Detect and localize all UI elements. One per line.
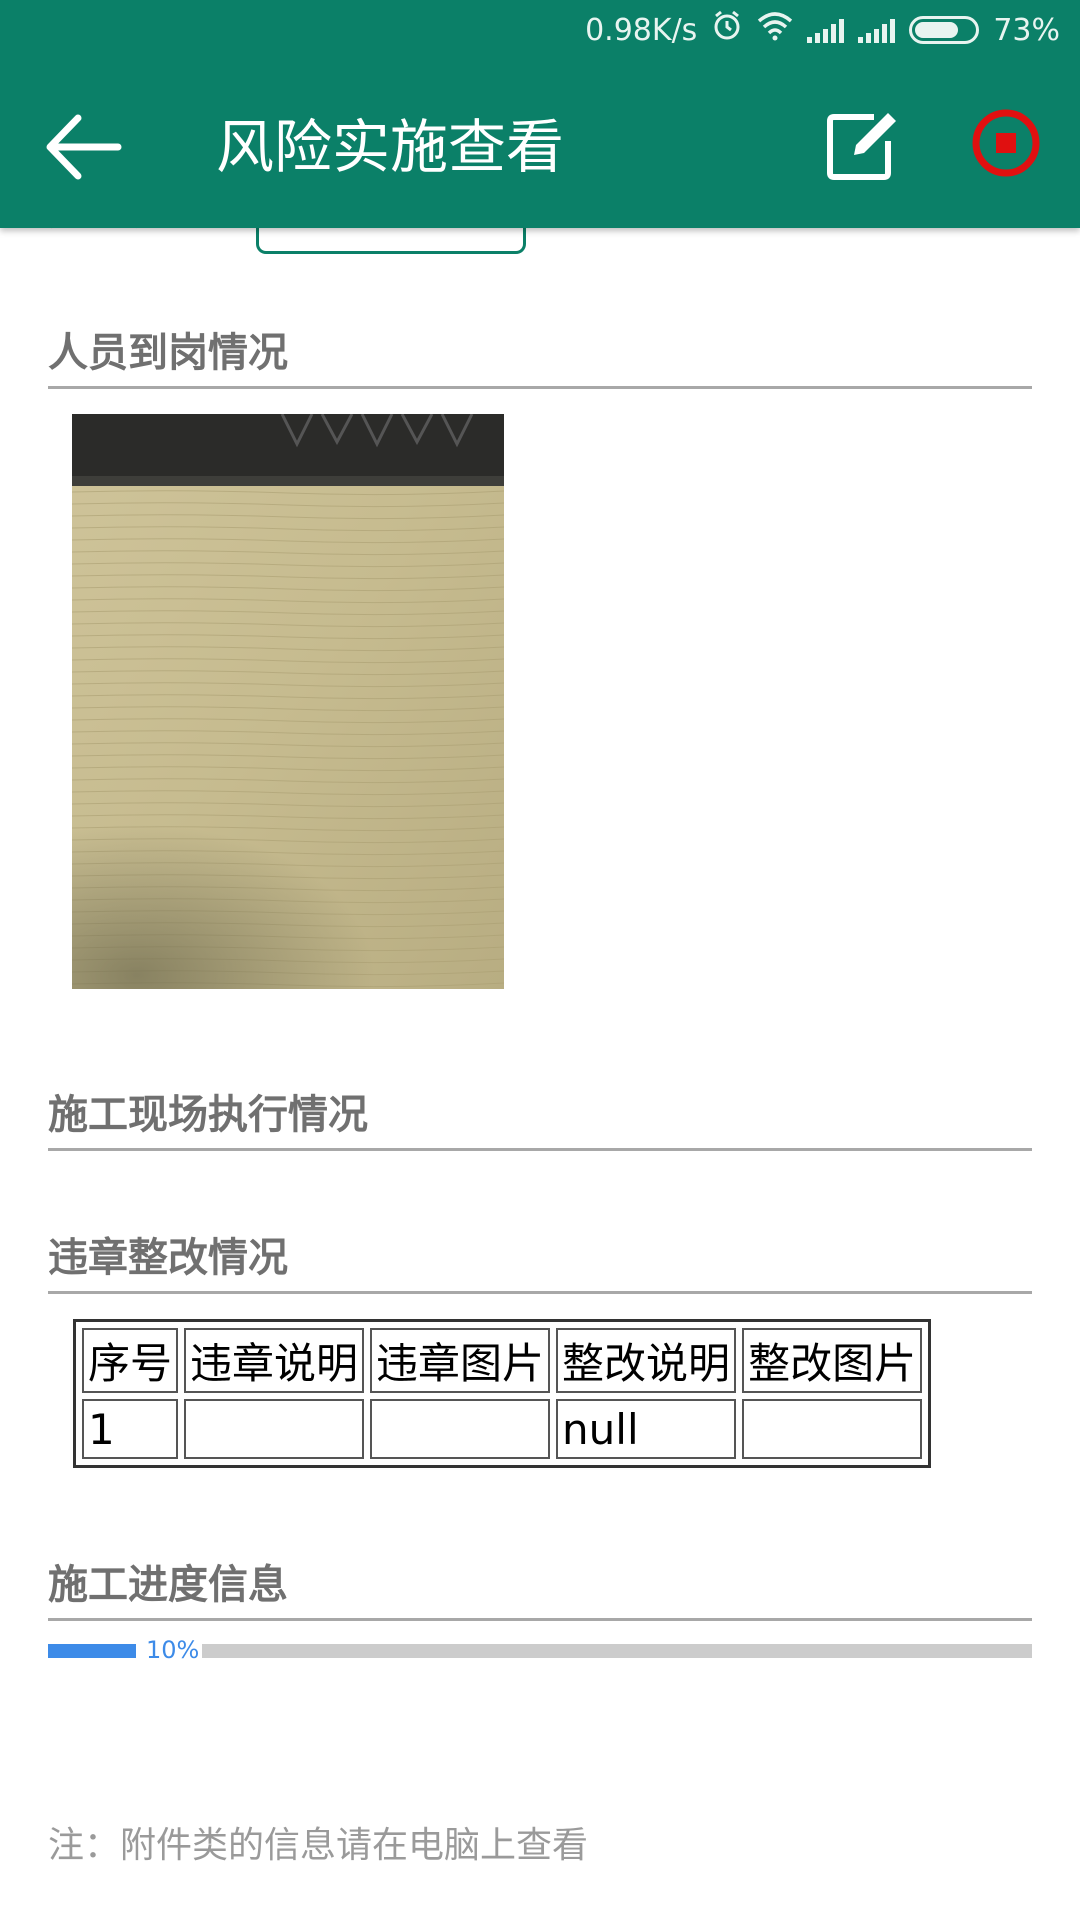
arrow-left-icon xyxy=(46,114,122,180)
signal-icon xyxy=(858,17,896,43)
section-title-progress: 施工进度信息 xyxy=(48,1562,288,1608)
section-title-personnel: 人员到岗情况 xyxy=(48,330,288,376)
table-cell: null xyxy=(556,1399,737,1459)
table-row: 1 null xyxy=(82,1399,923,1459)
signal-icon xyxy=(807,17,845,43)
divider xyxy=(48,1618,1032,1621)
divider xyxy=(48,1148,1032,1151)
progress-bar-fill xyxy=(48,1644,136,1658)
violations-table: 序号 违章说明 违章图片 整改说明 整改图片 1 null xyxy=(73,1319,932,1468)
table-cell: 1 xyxy=(82,1399,179,1459)
section-title-site-execution: 施工现场执行情况 xyxy=(48,1092,368,1138)
table-cell xyxy=(742,1399,923,1459)
table-header-cell: 违章图片 xyxy=(370,1328,551,1393)
footer-note: 注：附件类的信息请在电脑上查看 xyxy=(48,1825,589,1866)
table-cell xyxy=(370,1399,551,1459)
edit-icon xyxy=(827,113,896,180)
app-bar: 0.98K/s 73% 风险实施查看 xyxy=(0,0,1080,228)
page-title: 风险实施查看 xyxy=(216,113,565,181)
alarm-icon xyxy=(711,10,743,50)
back-button[interactable] xyxy=(40,102,130,192)
table-header-cell: 序号 xyxy=(82,1328,179,1393)
table-header-row: 序号 违章说明 违章图片 整改说明 整改图片 xyxy=(82,1328,923,1393)
progress-label: 10% xyxy=(146,1636,200,1664)
personnel-photo[interactable] xyxy=(72,414,504,989)
progress-bar-track xyxy=(202,1644,1032,1658)
status-bar: 0.98K/s 73% xyxy=(0,0,1080,62)
edit-button[interactable] xyxy=(822,107,902,187)
battery-icon xyxy=(909,16,980,44)
table-header-cell: 整改说明 xyxy=(556,1328,737,1393)
battery-percent: 73% xyxy=(993,12,1060,48)
wifi-icon xyxy=(757,11,793,49)
toolbar: 风险实施查看 xyxy=(0,62,1080,228)
stop-record-icon xyxy=(972,109,1040,177)
table-cell xyxy=(184,1399,365,1459)
section-title-violations: 违章整改情况 xyxy=(48,1235,288,1281)
network-speed: 0.98K/s xyxy=(585,12,698,48)
table-header-cell: 违章说明 xyxy=(184,1328,365,1393)
content: 风控执行 人员到岗情况 xyxy=(0,200,1080,1920)
table-header-cell: 整改图片 xyxy=(742,1328,923,1393)
stop-record-button[interactable] xyxy=(970,107,1042,179)
divider xyxy=(48,386,1032,389)
divider xyxy=(48,1291,1032,1294)
